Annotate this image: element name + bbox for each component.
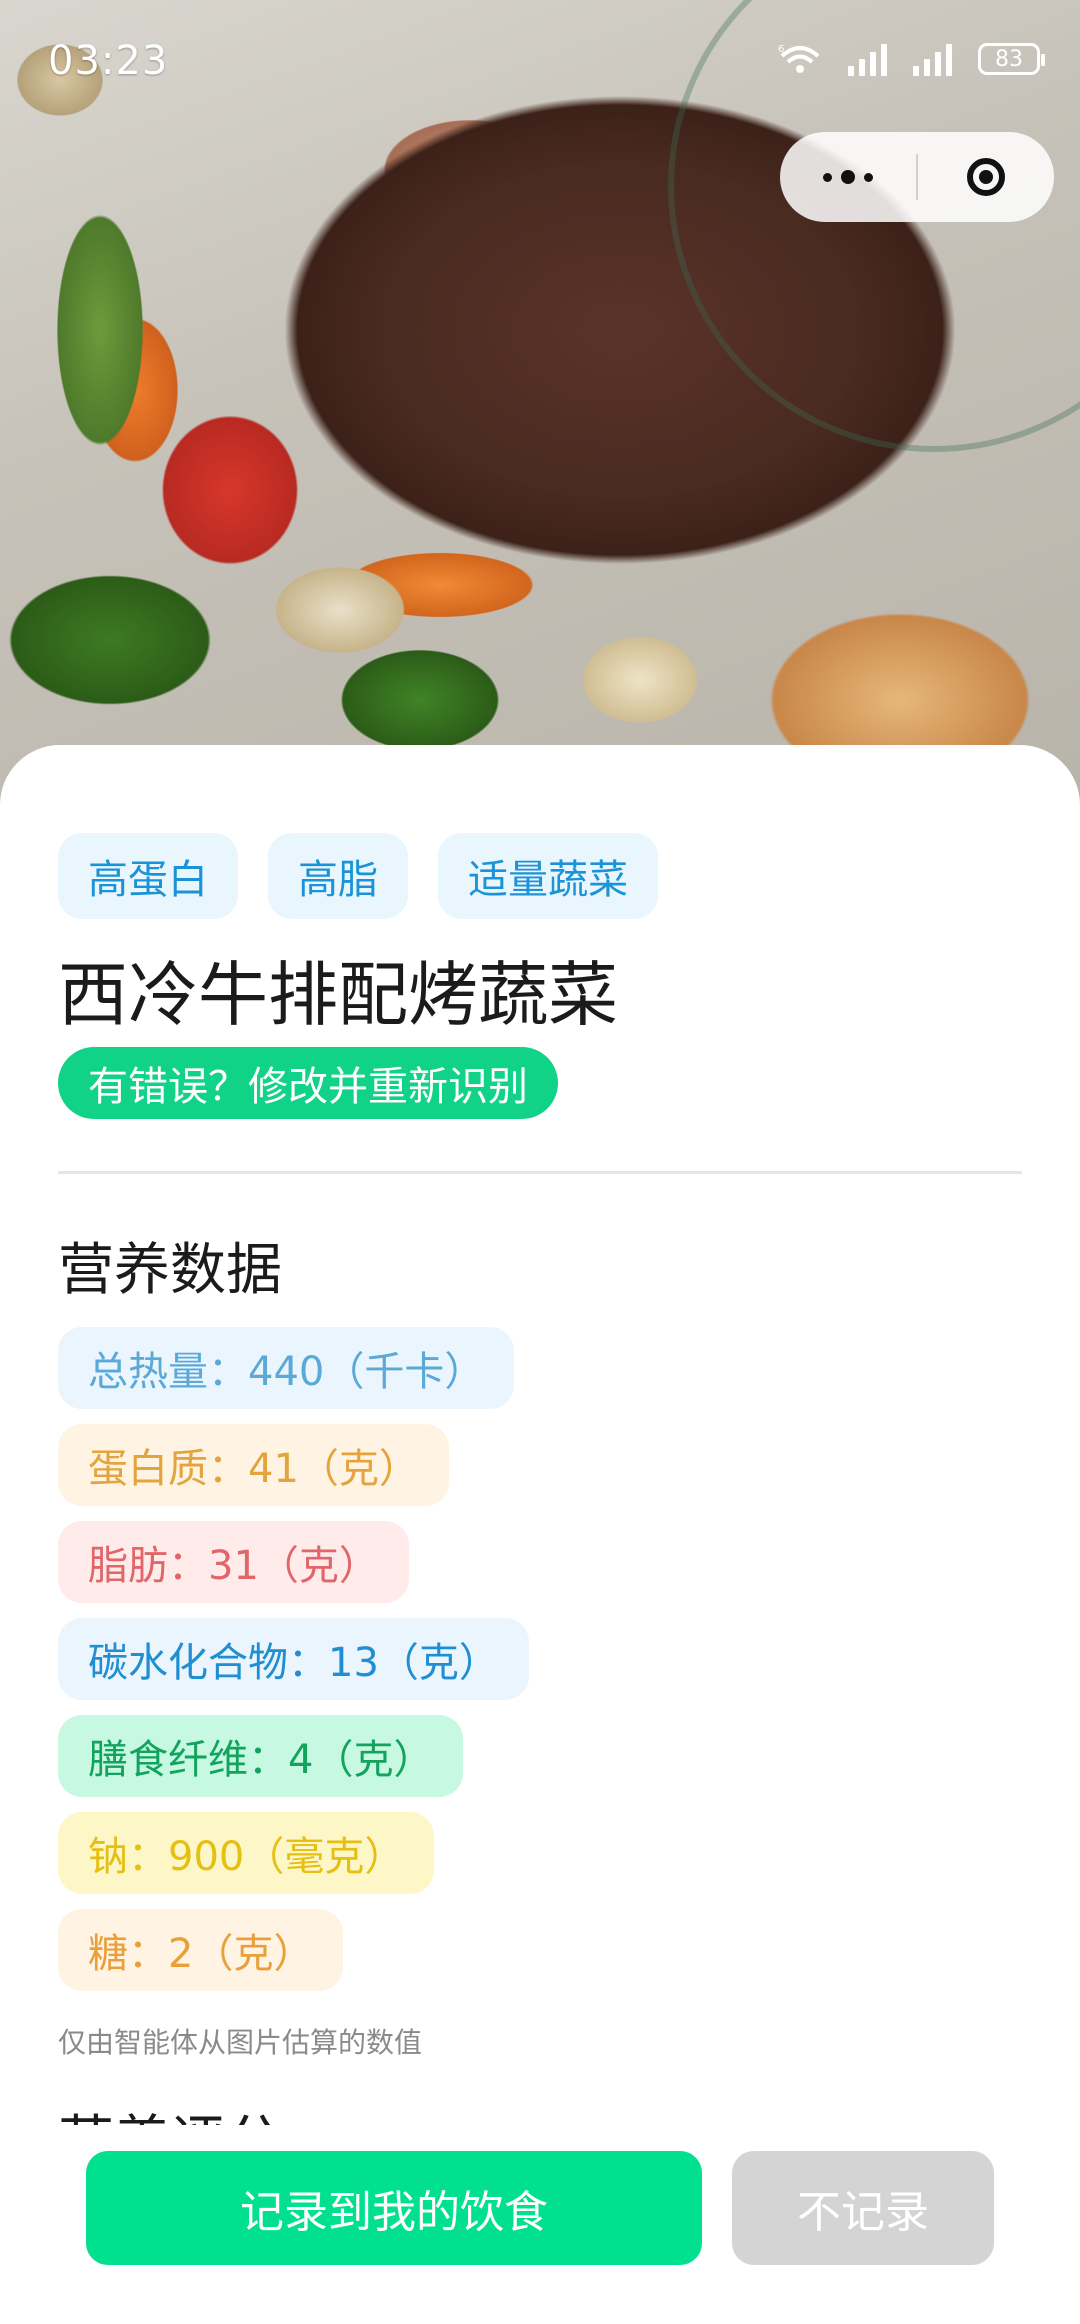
result-sheet: 高蛋白 高脂 适量蔬菜 西冷牛排配烤蔬菜 有错误？修改并重新识别 营养数据 总热… [0, 745, 1080, 2125]
more-dots-icon[interactable] [780, 132, 916, 222]
battery-level: 83 [995, 46, 1023, 72]
divider [58, 1171, 1022, 1174]
nutrition-calories: 总热量：440（千卡） [58, 1327, 515, 1409]
record-diet-button[interactable]: 记录到我的饮食 [86, 2151, 702, 2265]
nutrition-list: 总热量：440（千卡） 蛋白质：41（克） 脂肪：31（克） 碳水化合物：13（… [58, 1327, 529, 1991]
wifi-icon: 6 [778, 42, 822, 76]
nutrition-protein: 蛋白质：41（克） [58, 1424, 449, 1506]
signal-icon-2 [913, 42, 952, 76]
skip-record-button[interactable]: 不记录 [732, 2151, 994, 2265]
nutrition-carbs: 碳水化合物：13（克） [58, 1618, 529, 1700]
nutrition-fiber: 膳食纤维：4（克） [58, 1715, 464, 1797]
score-section-title: 营养评分 [58, 2097, 282, 2125]
status-icons: 6 83 [778, 42, 1045, 76]
nutrition-fat: 脂肪：31（克） [58, 1521, 409, 1603]
tag-moderate-veg: 适量蔬菜 [438, 833, 658, 919]
target-close-icon[interactable] [918, 132, 1054, 222]
battery-icon: 83 [978, 43, 1045, 75]
estimate-note: 仅由智能体从图片估算的数值 [58, 2026, 423, 2059]
tag-high-protein: 高蛋白 [58, 833, 238, 919]
food-name: 西冷牛排配烤蔬菜 [58, 954, 618, 1036]
nutrition-section-title: 营养数据 [58, 1238, 282, 1303]
nutrition-sugar: 糖：2（克） [58, 1909, 344, 1991]
status-time: 03:23 [48, 38, 169, 84]
food-tags: 高蛋白 高脂 适量蔬菜 [58, 833, 658, 919]
tag-high-fat: 高脂 [268, 833, 408, 919]
status-bar: 03:23 6 83 [0, 0, 1080, 130]
signal-icon-1 [848, 42, 887, 76]
action-bar: 记录到我的饮食 不记录 [0, 2125, 1080, 2324]
mini-program-capsule [780, 132, 1054, 222]
fix-and-reidentify-button[interactable]: 有错误？修改并重新识别 [58, 1047, 558, 1119]
nutrition-sodium: 钠：900（毫克） [58, 1812, 435, 1894]
svg-text:6: 6 [778, 44, 784, 55]
